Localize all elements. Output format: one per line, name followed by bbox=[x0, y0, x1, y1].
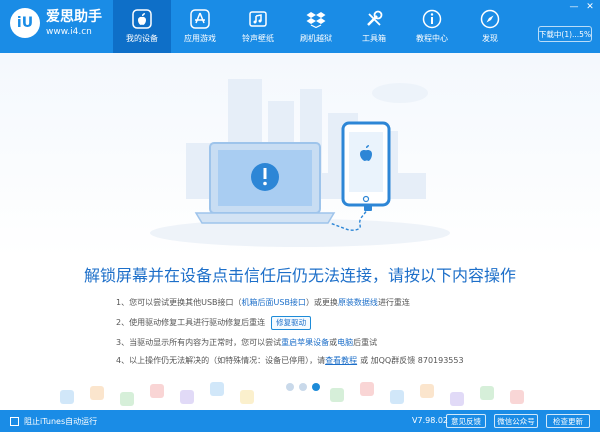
checkbox-icon bbox=[10, 417, 19, 426]
app-store-icon bbox=[189, 8, 211, 30]
tab-discover[interactable]: 发现 bbox=[461, 0, 519, 53]
ringtone-wallpaper-icon bbox=[247, 8, 269, 30]
status-bar: 阻止iTunes自动运行 V7.98.02 意见反馈 微信公众号 检查更新 bbox=[0, 410, 600, 432]
connection-illustration bbox=[0, 53, 600, 258]
carousel-dot[interactable] bbox=[286, 383, 294, 391]
tab-ringtones-wallpapers[interactable]: 铃声壁纸 bbox=[229, 0, 287, 53]
iphone-icon bbox=[341, 121, 391, 207]
compass-icon bbox=[479, 8, 501, 30]
list-item: 1、您可以尝试更换其他USB接口（ 机箱后面USB接口 ）或更换 原装数据线 进行重连 bbox=[116, 298, 410, 307]
tab-tutorial-center[interactable]: 教程中心 bbox=[403, 0, 461, 53]
app-logo: iU 爱思助手 www.i4.cn bbox=[10, 8, 102, 38]
computer-icon bbox=[194, 142, 336, 224]
app-name: 爱思助手 bbox=[46, 8, 102, 25]
feedback-button[interactable]: 意见反馈 bbox=[446, 414, 486, 428]
carousel-dots bbox=[286, 383, 320, 391]
list-item: 3、当驱动显示所有内容为正常时，您可以尝试 重启苹果设备或电脑 后重试 bbox=[116, 338, 378, 347]
info-icon bbox=[421, 8, 443, 30]
wechat-button[interactable]: 微信公众号 bbox=[494, 414, 538, 428]
carousel-dot-active[interactable] bbox=[312, 383, 320, 391]
app-url: www.i4.cn bbox=[46, 26, 92, 37]
top-toolbar: iU 爱思助手 www.i4.cn 我的设备 应用游戏 铃声壁纸 刷机越狱 工具… bbox=[0, 0, 600, 53]
main-nav: 我的设备 应用游戏 铃声壁纸 刷机越狱 工具箱 教程中心 发现 bbox=[113, 0, 519, 53]
tools-icon bbox=[363, 8, 385, 30]
tab-toolbox[interactable]: 工具箱 bbox=[345, 0, 403, 53]
tab-flash-jailbreak[interactable]: 刷机越狱 bbox=[287, 0, 345, 53]
close-button[interactable]: ✕ bbox=[584, 2, 596, 12]
version-label: V7.98.02 bbox=[412, 416, 449, 425]
page-title: 解锁屏幕并在设备点击信任后仍无法连接，请按以下内容操作 bbox=[83, 266, 516, 285]
list-item: 2、使用驱动修复工具进行驱动修复后重连 修复驱动 bbox=[116, 316, 536, 330]
dropbox-flash-icon bbox=[305, 8, 327, 30]
fix-driver-button[interactable]: 修复驱动 bbox=[271, 316, 312, 330]
block-itunes-checkbox[interactable]: 阻止iTunes自动运行 bbox=[10, 416, 97, 427]
tab-apps-games[interactable]: 应用游戏 bbox=[171, 0, 229, 53]
check-update-button[interactable]: 检查更新 bbox=[546, 414, 590, 428]
minimize-button[interactable]: — bbox=[568, 2, 580, 12]
tab-my-device[interactable]: 我的设备 bbox=[113, 0, 171, 53]
window-controls: — ✕ bbox=[568, 2, 596, 12]
carousel-dot[interactable] bbox=[299, 383, 307, 391]
apple-icon bbox=[131, 8, 153, 30]
logo-badge-icon: iU bbox=[10, 8, 40, 38]
download-progress-button[interactable]: 下载中(1)...5% bbox=[538, 26, 592, 42]
